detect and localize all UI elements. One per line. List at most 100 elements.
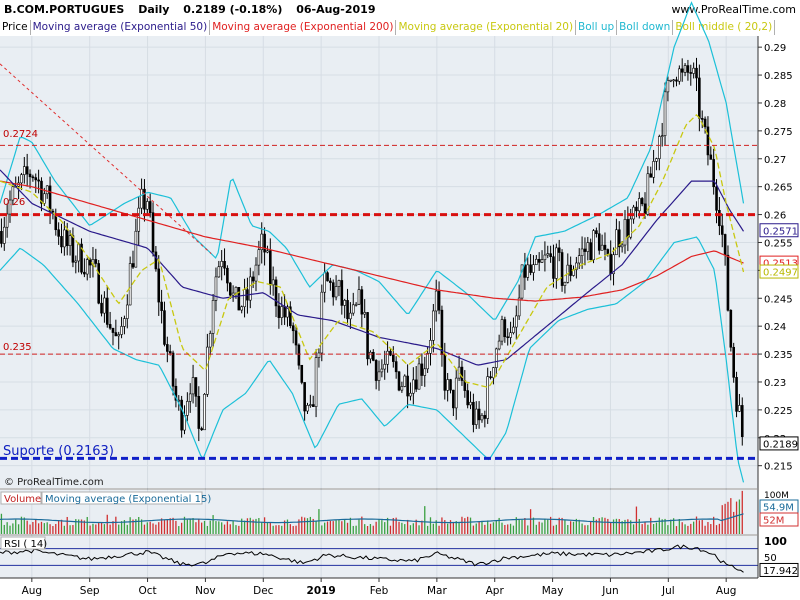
volume-ma-badge: 54.9M <box>759 499 799 514</box>
candle-body <box>615 229 618 256</box>
candle-body <box>168 351 172 354</box>
candle-body <box>649 173 653 178</box>
candle-body <box>254 264 258 282</box>
candle-body <box>506 336 510 339</box>
candle-body <box>374 360 378 381</box>
candle-body <box>726 254 730 311</box>
candle-body <box>457 366 461 379</box>
candle-body <box>583 248 587 252</box>
candle-body <box>60 236 63 248</box>
candle-body <box>509 332 512 338</box>
candle-body <box>309 404 312 406</box>
candle-body <box>228 282 232 296</box>
candle-body <box>217 266 221 278</box>
y-tick-label: 0.215 <box>764 462 793 473</box>
candle-body <box>111 327 115 333</box>
candle-body <box>314 357 318 407</box>
y-tick-label: 0.23 <box>764 378 786 389</box>
y-tick-label: 0.29 <box>764 43 786 54</box>
candle-body <box>277 305 281 318</box>
price-badge: 0.2571 <box>759 223 799 238</box>
candle-body <box>194 377 198 397</box>
candle-body <box>426 353 429 370</box>
candle-body <box>592 230 595 261</box>
candle-body <box>331 282 335 298</box>
copyright-label: © ProRealTime.com <box>4 477 104 488</box>
rsi-badge-text: 17.942 <box>763 566 798 577</box>
candle-body <box>666 80 670 93</box>
candle-body <box>68 235 72 246</box>
candle-body <box>63 229 66 248</box>
candle-body <box>635 206 638 212</box>
candle-body <box>263 233 266 253</box>
candle-body <box>640 198 644 205</box>
y-tick-label: 0.245 <box>764 294 793 305</box>
candle-body <box>157 268 161 303</box>
candle-body <box>208 333 212 348</box>
candle-body <box>603 244 607 250</box>
candle-body <box>432 310 435 341</box>
price-badge-text: 0.2571 <box>763 226 798 237</box>
candle-body <box>669 79 673 82</box>
candle-body <box>323 272 326 293</box>
candle-body <box>740 405 744 438</box>
candle-body <box>257 249 261 266</box>
y-tick-label: 0.26 <box>764 211 786 222</box>
candle-body <box>680 68 684 73</box>
candle-body <box>489 376 492 379</box>
candle-body <box>231 292 235 296</box>
rsi-badge: 17.942 <box>759 562 799 577</box>
candle-body <box>117 334 121 337</box>
candle-body <box>466 390 469 406</box>
volume-ma-title: Moving average (Exponential 15) <box>45 494 211 505</box>
candle-body <box>137 207 141 232</box>
candle-body <box>552 256 555 279</box>
candle-body <box>346 300 349 320</box>
candle-body <box>28 173 32 178</box>
candle-body <box>560 252 564 286</box>
candle-body <box>580 248 584 257</box>
candle-body <box>655 158 658 162</box>
x-tick-label: Sep <box>80 585 100 597</box>
candle-body <box>692 67 695 74</box>
candle-body <box>186 401 189 416</box>
candle-body <box>280 306 284 318</box>
candle-body <box>472 401 475 425</box>
candle-body <box>363 312 366 315</box>
candle-body <box>71 235 75 263</box>
candle-body <box>226 267 229 284</box>
candle-body <box>663 91 667 136</box>
price-badge: 0.2189 <box>759 436 799 451</box>
price-badge-text: 0.2189 <box>763 439 798 450</box>
candle-body <box>266 250 269 253</box>
candle-body <box>546 253 550 256</box>
candle-body <box>300 364 304 383</box>
candle-body <box>417 363 421 390</box>
resistance-label: 0.2724 <box>3 129 38 140</box>
candle-body <box>31 176 35 179</box>
candle-body <box>678 68 681 82</box>
candle-body <box>720 225 724 235</box>
candle-body <box>637 198 641 212</box>
candle-body <box>0 231 3 244</box>
candle-body <box>97 263 100 304</box>
candle-body <box>446 379 449 391</box>
x-tick-label: Feb <box>370 585 389 597</box>
x-tick-label: Nov <box>195 585 216 597</box>
candle-body <box>65 229 69 246</box>
candle-body <box>595 230 598 235</box>
candle-body <box>469 401 472 406</box>
y-tick-label: 0.235 <box>764 350 793 361</box>
candle-body <box>454 377 458 409</box>
candle-body <box>449 379 452 391</box>
candle-body <box>371 351 375 361</box>
y-tick-label: 0.225 <box>764 406 793 417</box>
candle-body <box>105 297 109 325</box>
candle-body <box>197 396 201 429</box>
candle-body <box>392 354 395 362</box>
x-tick-label: Aug <box>716 585 737 597</box>
candle-body <box>134 230 138 268</box>
candle-body <box>269 250 272 286</box>
candle-body <box>100 302 103 314</box>
candle-body <box>403 375 407 387</box>
